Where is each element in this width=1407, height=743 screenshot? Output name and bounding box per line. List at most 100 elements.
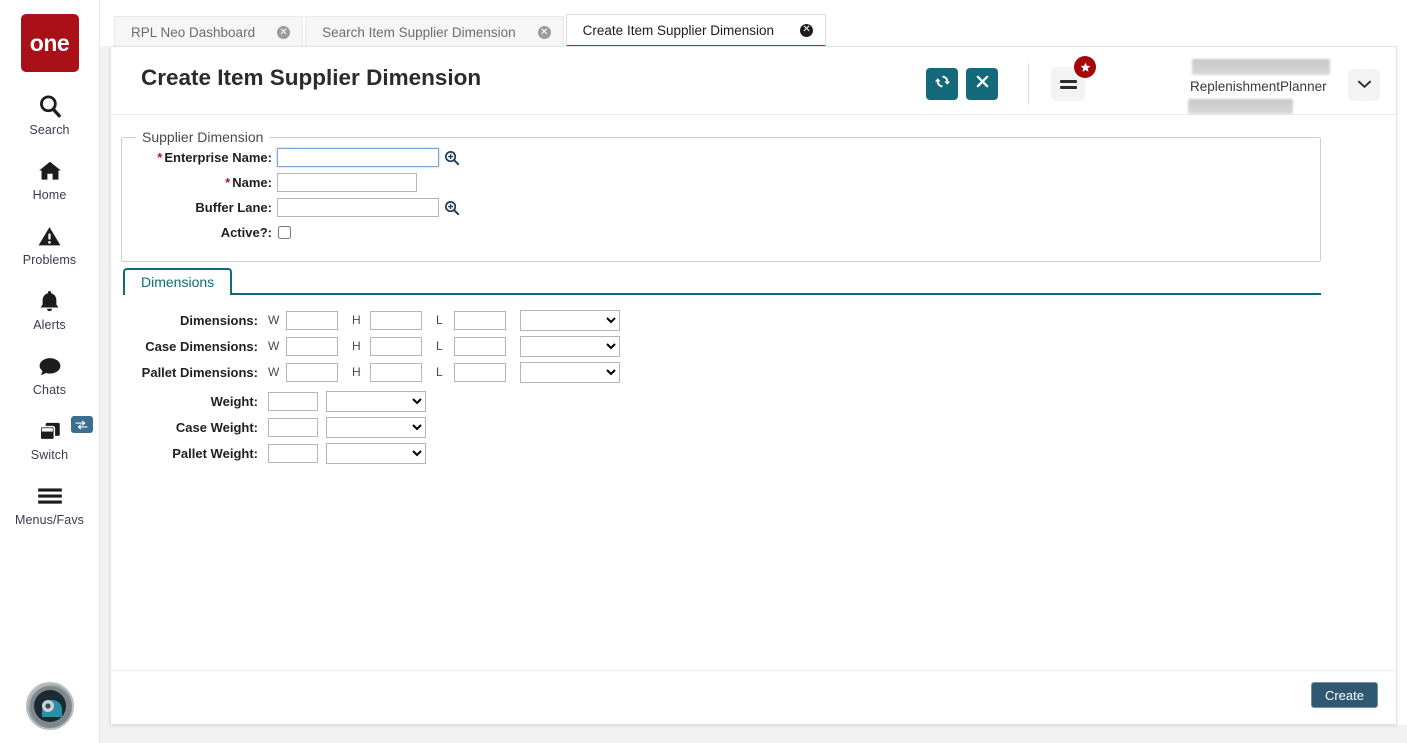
sidebar-label-chats: Chats bbox=[32, 383, 67, 397]
home-icon bbox=[36, 156, 64, 186]
pallet-dimensions-height-input[interactable] bbox=[370, 362, 422, 382]
case-dimensions-label: Case Dimensions: bbox=[145, 338, 258, 354]
user-menu-button[interactable] bbox=[1348, 69, 1380, 101]
row-weight: Weight: bbox=[123, 388, 1321, 414]
axis-label-h: H bbox=[352, 339, 361, 353]
sidebar-label-menus-favs: Menus/Favs bbox=[14, 513, 85, 527]
case-dimensions-length-input[interactable] bbox=[454, 336, 506, 356]
sidebar-item-home[interactable]: Home bbox=[0, 156, 100, 202]
form-body: Supplier Dimension * Enterprise Name: * Na… bbox=[111, 115, 1396, 671]
tab-rpl-neo-dashboard[interactable]: RPL Neo Dashboard ✕ bbox=[114, 16, 304, 48]
left-sidebar: one Search Home Problems Alerts Chats Sw… bbox=[0, 0, 100, 743]
case-dimensions-height-input[interactable] bbox=[370, 336, 422, 356]
pallet-weight-input[interactable] bbox=[268, 443, 318, 463]
dimension-rows: Dimensions: W H L Case Dimensions: W H L… bbox=[123, 295, 1321, 466]
axis-label-l: L bbox=[436, 365, 443, 379]
header-actions bbox=[926, 56, 1096, 105]
user-name-redacted bbox=[1192, 59, 1330, 75]
sidebar-item-search[interactable]: Search bbox=[0, 91, 100, 137]
sidebar-item-chats[interactable]: Chats bbox=[0, 351, 100, 397]
warning-triangle-icon bbox=[36, 221, 63, 251]
user-avatar[interactable] bbox=[26, 682, 74, 730]
pallet-dimensions-length-input[interactable] bbox=[454, 362, 506, 382]
row-pallet-dimensions: Pallet Dimensions: W H L bbox=[123, 359, 1321, 385]
label-text: Name bbox=[232, 175, 268, 190]
supplier-dimension-group: Supplier Dimension * Enterprise Name: * Na… bbox=[121, 129, 1321, 262]
sidebar-label-search: Search bbox=[29, 123, 70, 137]
page-background-bottom bbox=[100, 725, 1407, 743]
sidebar-item-menus-favs[interactable]: Menus/Favs bbox=[0, 481, 100, 527]
weight-uom-select[interactable] bbox=[326, 390, 426, 412]
active-checkbox[interactable] bbox=[278, 226, 291, 239]
axis-label-w: W bbox=[268, 339, 280, 353]
close-icon[interactable]: ✕ bbox=[537, 26, 551, 39]
pallet-weight-label: Pallet Weight: bbox=[172, 445, 258, 461]
swap-arrows-icon[interactable] bbox=[70, 416, 93, 433]
dimensions-tabpanel: Dimensions Dimensions: W H L Case Dimens… bbox=[123, 267, 1321, 466]
sidebar-label-switch: Switch bbox=[30, 448, 69, 462]
app-root: one Search Home Problems Alerts Chats Sw… bbox=[0, 0, 1407, 743]
case-weight-input[interactable] bbox=[268, 417, 318, 437]
pallet-dimensions-uom-select[interactable] bbox=[520, 361, 620, 383]
case-dimensions-uom-select[interactable] bbox=[520, 335, 620, 357]
content-card: Create Item Supplier Dimension Replenish… bbox=[110, 46, 1397, 725]
label-text: Buffer Lane bbox=[195, 200, 268, 215]
field-row-enterprise-name: * Enterprise Name: bbox=[122, 145, 1320, 170]
tab-label: RPL Neo Dashboard bbox=[131, 25, 256, 40]
tab-label: Search Item Supplier Dimension bbox=[322, 25, 516, 40]
chat-bubble-icon bbox=[36, 351, 64, 381]
dimensions-width-input[interactable] bbox=[286, 310, 338, 330]
dimensions-length-input[interactable] bbox=[454, 310, 506, 330]
supplier-dimension-legend: Supplier Dimension bbox=[142, 129, 264, 145]
row-dimensions: Dimensions: W H L bbox=[123, 307, 1321, 333]
star-icon bbox=[1074, 56, 1096, 78]
label-text: Pallet Dimensions bbox=[141, 364, 254, 380]
user-org-redacted bbox=[1188, 99, 1293, 114]
required-marker: * bbox=[157, 150, 163, 165]
page-title: Create Item Supplier Dimension bbox=[141, 65, 482, 90]
weight-input[interactable] bbox=[268, 391, 318, 411]
axis-label-l: L bbox=[436, 339, 443, 353]
sidebar-item-alerts[interactable]: Alerts bbox=[0, 286, 100, 332]
buffer-lane-lookup-icon[interactable] bbox=[444, 200, 460, 216]
tab-dimensions[interactable]: Dimensions bbox=[123, 268, 233, 295]
required-marker: * bbox=[225, 175, 231, 190]
enterprise-name-lookup-icon[interactable] bbox=[444, 150, 460, 166]
close-icon[interactable]: ✕ bbox=[800, 23, 814, 37]
tab-search-item-supplier-dimension[interactable]: Search Item Supplier Dimension ✕ bbox=[305, 16, 564, 48]
axis-label-h: H bbox=[352, 365, 361, 379]
chevron-down-icon bbox=[1357, 76, 1371, 94]
create-button[interactable]: Create bbox=[1310, 682, 1378, 708]
dimensions-height-input[interactable] bbox=[370, 310, 422, 330]
case-dimensions-width-input[interactable] bbox=[286, 336, 338, 356]
row-pallet-weight: Pallet Weight: bbox=[123, 440, 1321, 466]
hamburger-icon bbox=[36, 481, 64, 511]
refresh-button[interactable] bbox=[926, 68, 958, 100]
pallet-dimensions-width-input[interactable] bbox=[286, 362, 338, 382]
dimensions-uom-select[interactable] bbox=[520, 309, 620, 331]
pallet-weight-uom-select[interactable] bbox=[326, 442, 426, 464]
page-background-left bbox=[100, 0, 110, 743]
label-text: Active? bbox=[220, 225, 268, 240]
sidebar-item-problems[interactable]: Problems bbox=[0, 221, 100, 267]
label-text: Enterprise Name bbox=[164, 150, 268, 165]
axis-label-w: W bbox=[268, 313, 280, 327]
buffer-lane-input[interactable] bbox=[277, 198, 439, 217]
close-button[interactable] bbox=[966, 68, 998, 100]
sidebar-item-switch[interactable]: Switch bbox=[0, 416, 100, 462]
brand-logo[interactable]: one bbox=[20, 14, 79, 72]
enterprise-name-label: * Enterprise Name: bbox=[157, 150, 272, 165]
label-text: Pallet Weight bbox=[172, 445, 254, 461]
field-row-buffer-lane: Buffer Lane: bbox=[122, 195, 1320, 220]
axis-label-h: H bbox=[352, 313, 361, 327]
case-weight-uom-select[interactable] bbox=[326, 416, 426, 438]
enterprise-name-input[interactable] bbox=[277, 148, 439, 167]
close-icon[interactable]: ✕ bbox=[277, 26, 291, 39]
field-row-active: Active?: bbox=[122, 220, 1320, 245]
label-text: Dimensions bbox=[179, 312, 254, 328]
name-input[interactable] bbox=[277, 173, 417, 192]
header-divider bbox=[1028, 63, 1029, 105]
tab-create-item-supplier-dimension[interactable]: Create Item Supplier Dimension ✕ bbox=[565, 14, 827, 48]
field-row-name: * Name: bbox=[122, 170, 1320, 195]
favorites-menu-button[interactable] bbox=[1051, 56, 1096, 101]
